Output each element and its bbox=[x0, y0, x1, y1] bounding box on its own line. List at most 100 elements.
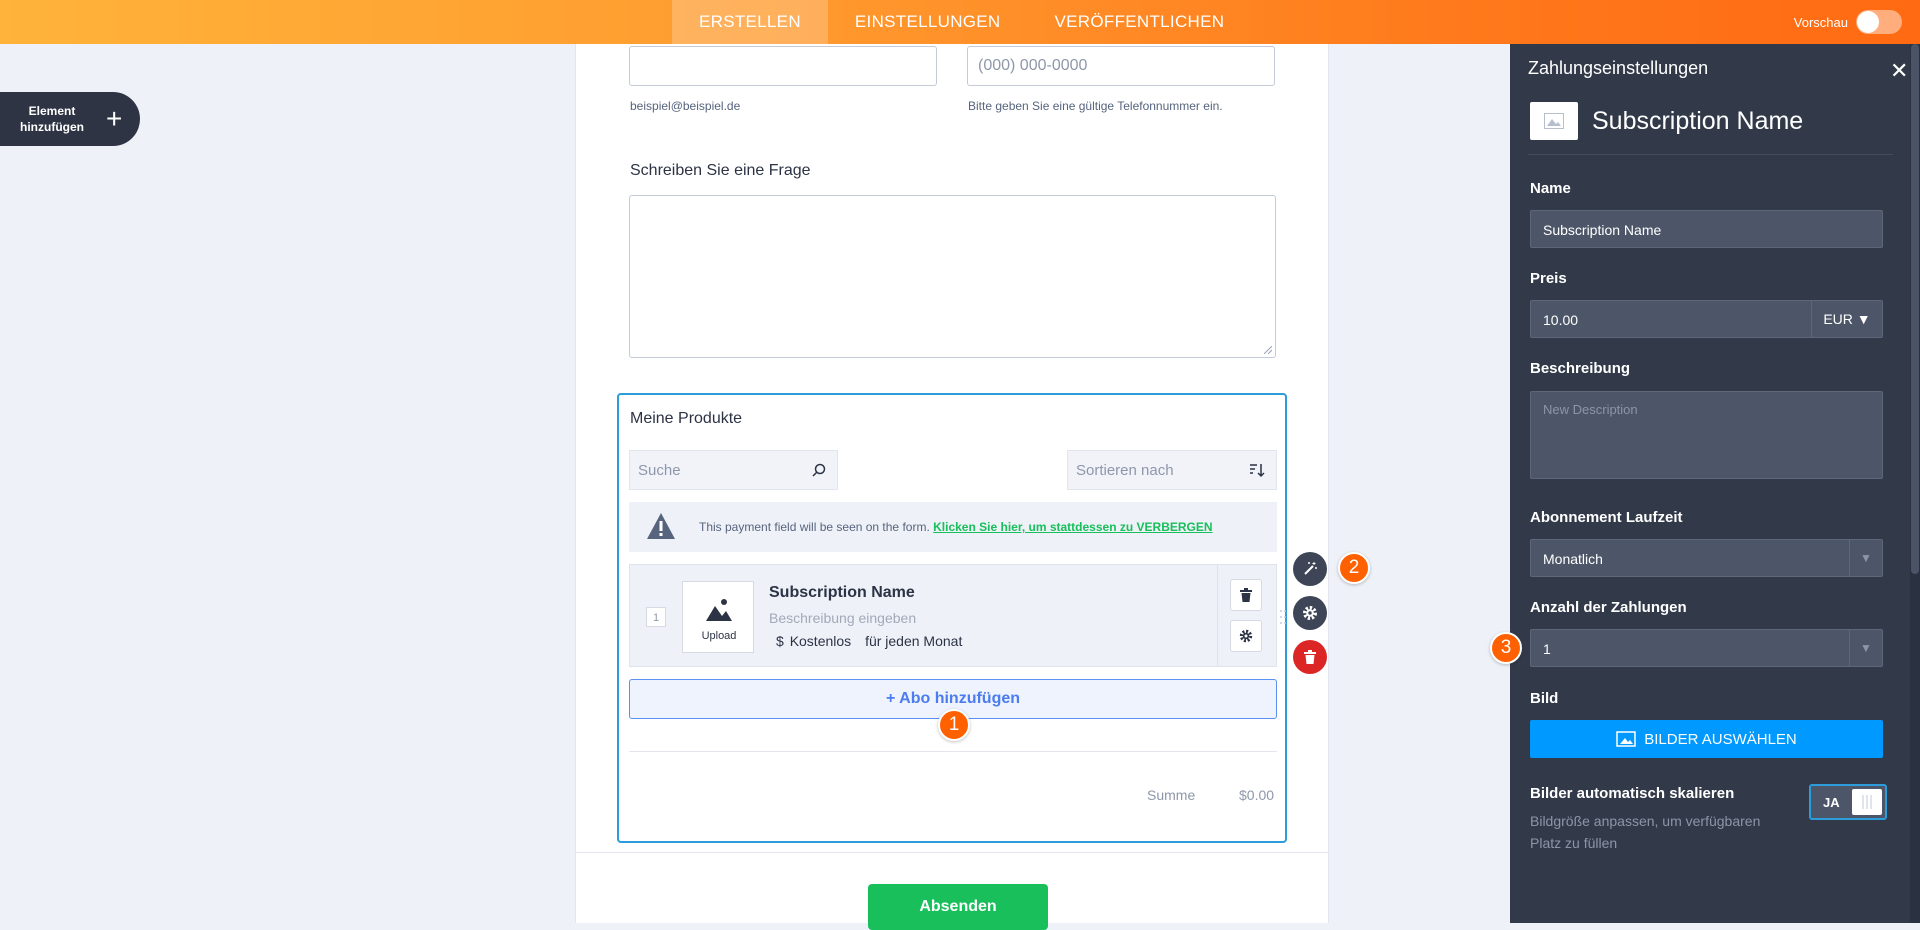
trash-icon bbox=[1304, 650, 1316, 664]
autoscale-help: Bildgröße anpassen, um verfügbaren Platz… bbox=[1530, 813, 1761, 851]
products-title: Meine Produkte bbox=[630, 410, 743, 427]
product-image-placeholder bbox=[1530, 102, 1578, 140]
sort-icon bbox=[1250, 464, 1265, 478]
wand-button[interactable] bbox=[1293, 552, 1327, 586]
duration-value: Monatlich bbox=[1543, 551, 1603, 567]
toggle-knob bbox=[1857, 11, 1879, 33]
add-element-button[interactable]: Element hinzufügen + bbox=[0, 92, 140, 146]
divider bbox=[629, 751, 1277, 752]
close-icon[interactable]: ✕ bbox=[1890, 58, 1908, 84]
name-input[interactable]: Subscription Name bbox=[1530, 210, 1883, 248]
payments-count-select[interactable]: 1 ▼ bbox=[1530, 629, 1883, 667]
sum-value: $0.00 bbox=[1239, 787, 1275, 803]
panel-divider bbox=[1528, 154, 1893, 155]
question-label: Schreiben Sie eine Frage bbox=[630, 162, 811, 179]
gear-icon bbox=[1302, 605, 1318, 621]
item-settings-button[interactable] bbox=[1230, 620, 1262, 652]
currency-symbol: $ bbox=[776, 633, 784, 649]
autoscale-toggle-label: JA bbox=[1823, 795, 1840, 810]
add-element-label: Element hinzufügen bbox=[0, 103, 104, 135]
properties-button[interactable] bbox=[1293, 596, 1327, 630]
section-divider bbox=[576, 852, 1328, 853]
item-delete-button[interactable] bbox=[1230, 579, 1262, 611]
preview-toggle[interactable] bbox=[1856, 10, 1902, 34]
magic-wand-icon bbox=[1304, 562, 1317, 575]
image-icon bbox=[706, 599, 732, 621]
image-label: Bild bbox=[1530, 690, 1559, 707]
phone-field[interactable]: (000) 000-0000 bbox=[967, 46, 1275, 86]
panel-title: Zahlungseinstellungen bbox=[1528, 58, 1709, 78]
search-icon bbox=[812, 463, 826, 477]
tab-einstellungen[interactable]: EINSTELLUNGEN bbox=[828, 0, 1028, 44]
upload-label: Upload bbox=[701, 630, 737, 642]
add-element-label-line2: hinzufügen bbox=[20, 120, 84, 134]
question-textarea[interactable] bbox=[629, 195, 1276, 358]
resize-grip-icon bbox=[1264, 346, 1272, 354]
description-placeholder: New Description bbox=[1543, 402, 1638, 417]
duration-select[interactable]: Monatlich ▼ bbox=[1530, 539, 1883, 577]
notice-message: This payment field will be seen on the f… bbox=[699, 520, 1213, 534]
autoscale-toggle[interactable]: JA bbox=[1809, 784, 1887, 820]
hide-link[interactable]: Klicken Sie hier, um stattdessen zu VERB… bbox=[933, 520, 1212, 534]
select-images-button[interactable]: BILDER AUSWÄHLEN bbox=[1530, 720, 1883, 758]
step-badge-2: 2 bbox=[1338, 552, 1370, 584]
description-label: Beschreibung bbox=[1530, 360, 1631, 377]
step-badge-1: 1 bbox=[938, 709, 970, 741]
image-icon bbox=[1616, 731, 1636, 747]
preview-label: Vorschau bbox=[1793, 14, 1848, 30]
form-canvas: beispiel@beispiel.de (000) 000-0000 Bitt… bbox=[575, 44, 1329, 930]
main-tabs: ERSTELLEN EINSTELLUNGEN VERÖFFENTLICHEN bbox=[672, 0, 1251, 44]
item-period: für jeden Monat bbox=[865, 633, 963, 649]
phone-placeholder: (000) 000-0000 bbox=[978, 57, 1088, 74]
toggle-knob bbox=[1852, 789, 1882, 815]
drag-handle-icon[interactable] bbox=[1280, 609, 1286, 625]
currency-value: EUR bbox=[1823, 311, 1853, 327]
gear-icon bbox=[1239, 629, 1253, 643]
submit-button[interactable]: Absenden bbox=[868, 884, 1048, 930]
tab-erstellen[interactable]: ERSTELLEN bbox=[672, 0, 828, 44]
sum-label: Summe bbox=[1147, 787, 1196, 803]
search-placeholder: Suche bbox=[638, 462, 681, 479]
price-label: Preis bbox=[1530, 270, 1567, 287]
tab-veroeffentlichen[interactable]: VERÖFFENTLICHEN bbox=[1028, 0, 1252, 44]
trash-icon bbox=[1240, 588, 1252, 602]
item-price-line: $ Kostenlos für jeden Monat bbox=[776, 633, 962, 649]
plus-icon: + bbox=[106, 103, 123, 134]
payments-count-label: Anzahl der Zahlungen bbox=[1530, 599, 1687, 616]
select-images-label: BILDER AUSWÄHLEN bbox=[1644, 730, 1797, 748]
item-actions bbox=[1217, 565, 1276, 666]
price-value: 10.00 bbox=[1543, 312, 1579, 328]
add-element-label-line1: Element bbox=[28, 104, 76, 118]
top-bar: ERSTELLEN EINSTELLUNGEN VERÖFFENTLICHEN … bbox=[0, 0, 1920, 44]
product-search-input[interactable]: Suche bbox=[629, 450, 838, 490]
item-description[interactable]: Beschreibung eingeben bbox=[769, 610, 916, 626]
autoscale-label: Bilder automatisch skalieren bbox=[1530, 785, 1735, 802]
chevron-down-icon: ▼ bbox=[1849, 540, 1882, 576]
item-name[interactable]: Subscription Name bbox=[769, 584, 915, 602]
item-image-upload[interactable]: Upload bbox=[682, 581, 754, 653]
panel-scrollbar[interactable] bbox=[1910, 44, 1920, 923]
caret-down-icon: ▼ bbox=[1856, 311, 1871, 327]
delete-field-button[interactable] bbox=[1293, 640, 1327, 674]
currency-select[interactable]: EUR ▼ bbox=[1811, 301, 1882, 337]
duration-label: Abonnement Laufzeit bbox=[1530, 509, 1683, 526]
name-label: Name bbox=[1530, 180, 1571, 197]
preview-control: Vorschau bbox=[1794, 0, 1902, 44]
panel-product-name: Subscription Name bbox=[1592, 107, 1804, 135]
name-value: Subscription Name bbox=[1543, 222, 1662, 238]
image-icon bbox=[1544, 113, 1564, 129]
description-textarea[interactable]: New Description bbox=[1530, 391, 1883, 479]
email-hint: beispiel@beispiel.de bbox=[630, 99, 741, 113]
email-field[interactable] bbox=[629, 46, 937, 86]
sort-placeholder: Sortieren nach bbox=[1076, 462, 1174, 479]
product-item[interactable]: 1 Upload Subscription Name Beschreibung … bbox=[629, 564, 1286, 667]
scrollbar-thumb[interactable] bbox=[1911, 44, 1919, 574]
payments-count-value: 1 bbox=[1543, 641, 1551, 657]
price-input[interactable]: 10.00 EUR ▼ bbox=[1530, 300, 1883, 338]
notice-text: This payment field will be seen on the f… bbox=[699, 520, 930, 534]
step-badge-3: 3 bbox=[1490, 632, 1522, 664]
item-price: Kostenlos bbox=[789, 633, 852, 649]
sort-select[interactable]: Sortieren nach bbox=[1067, 450, 1277, 490]
warning-icon bbox=[647, 513, 675, 539]
products-widget[interactable]: Meine Produkte Suche Sortieren nach This… bbox=[617, 393, 1287, 843]
